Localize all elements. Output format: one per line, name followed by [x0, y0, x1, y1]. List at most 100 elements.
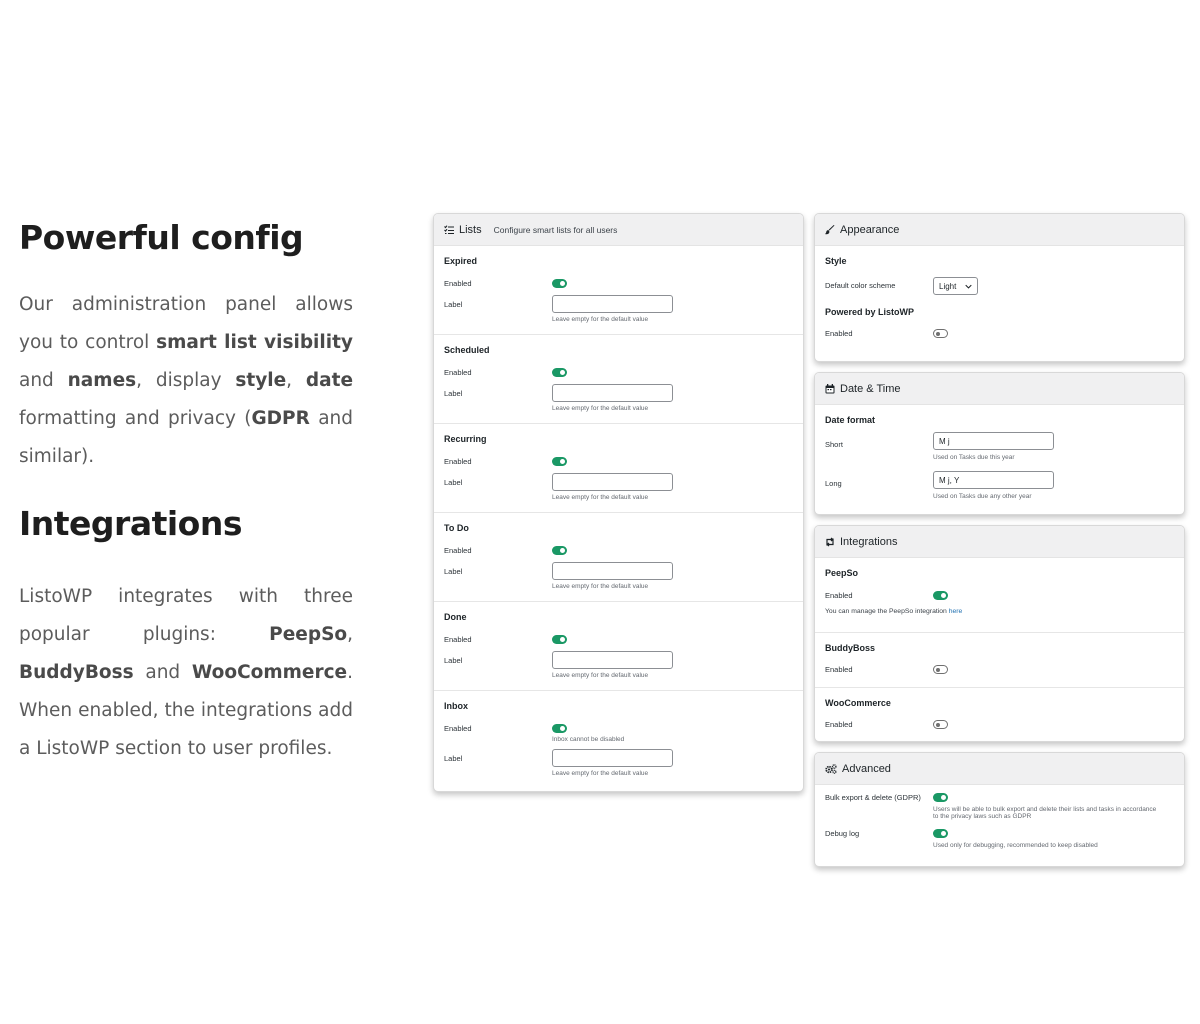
bulk-export-label: Bulk export & delete (GDPR) — [825, 793, 921, 802]
list-section-recurring: Recurring Enabled Label Leave empty for the… — [434, 424, 803, 513]
highlight-term: GDPR — [251, 408, 310, 429]
bulk-export-row: Bulk export & delete (GDPR) Users will b… — [825, 791, 1174, 827]
text-run: and — [19, 370, 68, 391]
list-label-label: Label — [444, 656, 463, 665]
config-paragraph: Our administration panel allows you to c… — [19, 286, 353, 476]
list-enabled-toggle[interactable] — [552, 546, 567, 555]
peepso-title: PeepSo — [825, 568, 859, 578]
short-format-help: Used on Tasks due this year — [933, 454, 1015, 461]
datetime-panel: Date & Time Date format Short Used on Ta… — [814, 372, 1185, 515]
list-label-row: Label Leave empty for the default value — [444, 749, 793, 777]
color-scheme-select[interactable]: Light — [933, 277, 978, 295]
peepso-help-text: You can manage the PeepSo integration — [825, 608, 947, 615]
long-format-input[interactable] — [933, 471, 1054, 489]
datetime-panel-header: Date & Time — [815, 373, 1184, 405]
list-label-label: Label — [444, 478, 463, 487]
list-section-title: Expired — [444, 256, 478, 266]
integrations-paragraph: ListoWP integrates with three popular pl… — [19, 578, 353, 768]
list-enabled-row: Enabled — [444, 540, 793, 562]
powered-title: Powered by ListoWP — [825, 307, 915, 317]
highlight-term: date — [305, 370, 353, 391]
color-scheme-row: Default color scheme Light — [825, 273, 1174, 297]
debug-log-label: Debug log — [825, 829, 860, 838]
powered-enabled-toggle[interactable] — [933, 329, 948, 338]
highlight-term: BuddyBoss — [19, 662, 134, 683]
peepso-enabled-row: Enabled — [825, 585, 1174, 607]
list-label-row: Label Leave empty for the default value — [444, 384, 793, 412]
list-section-title: To Do — [444, 523, 469, 533]
advanced-panel-header: Advanced — [815, 753, 1184, 785]
bulk-export-toggle[interactable] — [933, 793, 948, 802]
text-run: , — [286, 370, 306, 391]
long-format-row: Long Used on Tasks due any other year — [825, 469, 1174, 505]
list-label-help: Leave empty for the default value — [552, 583, 649, 590]
list-enabled-toggle[interactable] — [552, 279, 567, 288]
list-label-help: Leave empty for the default value — [552, 672, 649, 679]
lists-panel-header: Lists Configure smart lists for all user… — [434, 214, 803, 246]
list-enabled-toggle[interactable] — [552, 368, 567, 377]
short-format-input[interactable] — [933, 432, 1054, 450]
woocommerce-enabled-toggle[interactable] — [933, 720, 948, 729]
list-label-input[interactable] — [552, 295, 673, 313]
list-label-row: Label Leave empty for the default value — [444, 295, 793, 323]
date-format-section: Date format Short Used on Tasks due this… — [815, 405, 1184, 505]
list-label-input[interactable] — [552, 749, 673, 767]
woocommerce-enabled-label: Enabled — [825, 720, 853, 729]
list-label-input[interactable] — [552, 384, 673, 402]
chevron-down-icon — [965, 283, 972, 290]
sync-arrows-icon — [825, 537, 835, 547]
list-label-help: Leave empty for the default value — [552, 316, 649, 323]
powered-enabled-row: Enabled — [825, 323, 1174, 345]
woocommerce-section: WooCommerce Enabled — [815, 688, 1184, 741]
advanced-panel-title: Advanced — [842, 762, 891, 775]
debug-log-help: Used only for debugging, recommended to … — [933, 842, 1098, 849]
list-label-row: Label Leave empty for the default value — [444, 473, 793, 501]
datetime-panel-title: Date & Time — [840, 382, 901, 395]
list-label-row: Label Leave empty for the default value — [444, 651, 793, 679]
long-format-help: Used on Tasks due any other year — [933, 493, 1032, 500]
bulk-export-help-2: to the privacy laws such as GDPR — [933, 813, 1032, 820]
text-run: and — [133, 662, 192, 683]
text-run: formatting and privacy ( — [19, 408, 252, 429]
marketing-copy: Powerful config Our administration panel… — [19, 216, 353, 768]
peepso-enabled-label: Enabled — [825, 591, 853, 600]
list-label-input[interactable] — [552, 473, 673, 491]
color-scheme-label: Default color scheme — [825, 281, 896, 290]
buddyboss-enabled-row: Enabled — [825, 659, 1174, 681]
list-enabled-label: Enabled — [444, 368, 472, 377]
list-enabled-toggle[interactable] — [552, 724, 567, 733]
integrations-panel: Integrations PeepSo Enabled You can mana… — [814, 525, 1185, 742]
buddyboss-enabled-toggle[interactable] — [933, 665, 948, 674]
appearance-style-section: Style Default color scheme Light Powered… — [815, 246, 1184, 360]
list-section-scheduled: Scheduled Enabled Label Leave empty for the… — [434, 335, 803, 424]
text-run: , display — [136, 370, 236, 391]
lists-body: Expired Enabled Label Leave empty for the d… — [434, 246, 803, 790]
list-section-inbox: Inbox Enabled Inbox cannot be disabled Labe… — [434, 691, 803, 790]
color-scheme-value: Light — [939, 281, 957, 291]
list-enabled-row: Enabled — [444, 629, 793, 651]
list-label-input[interactable] — [552, 562, 673, 580]
appearance-panel-header: Appearance — [815, 214, 1184, 246]
appearance-panel-title: Appearance — [840, 223, 900, 236]
advanced-panel: Advanced Bulk export & delete (GDPR) Use… — [814, 752, 1185, 867]
list-section-done: Done Enabled Label Leave empty for the defa… — [434, 602, 803, 691]
calendar-icon — [825, 383, 835, 394]
list-enabled-label: Enabled — [444, 724, 472, 733]
list-label-label: Label — [444, 389, 463, 398]
lists-panel-subtitle: Configure smart lists for all users — [493, 224, 618, 235]
long-format-label: Long — [825, 479, 842, 488]
list-enabled-toggle[interactable] — [552, 635, 567, 644]
peepso-help: You can manage the PeepSo integration he… — [825, 608, 1174, 615]
peepso-section: PeepSo Enabled You can manage the PeepSo… — [815, 558, 1184, 633]
debug-log-toggle[interactable] — [933, 829, 948, 838]
peepso-enabled-toggle[interactable] — [933, 591, 948, 600]
list-label-input[interactable] — [552, 651, 673, 669]
list-label-row: Label Leave empty for the default value — [444, 562, 793, 590]
list-enabled-toggle[interactable] — [552, 457, 567, 466]
list-section-title: Done — [444, 612, 467, 622]
highlight-term: smart list visibility — [156, 332, 353, 353]
peepso-manage-link[interactable]: here — [949, 608, 963, 615]
woocommerce-enabled-row: Enabled — [825, 714, 1174, 736]
heading-integrations: Integrations — [19, 504, 243, 543]
integrations-panel-title: Integrations — [840, 535, 898, 548]
